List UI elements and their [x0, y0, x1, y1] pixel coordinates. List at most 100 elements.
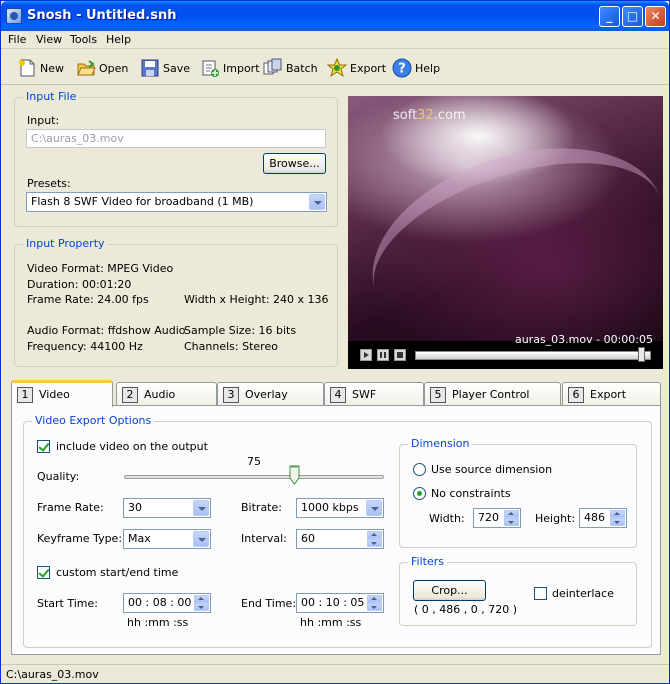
spin-up-icon[interactable]: [194, 595, 209, 603]
deinterlace-checkbox[interactable]: [534, 587, 547, 600]
use-source-radio[interactable]: [413, 463, 426, 476]
stop-icon: [397, 352, 403, 358]
custom-time-checkbox[interactable]: [37, 566, 50, 579]
svg-text:?: ?: [398, 62, 406, 77]
chevron-down-icon[interactable]: [193, 531, 209, 547]
spin-up-icon[interactable]: [367, 595, 382, 603]
tab-audio[interactable]: 2 Audio: [116, 382, 217, 406]
end-time-label: End Time:: [241, 597, 297, 610]
input-path-field[interactable]: C:\auras_03.mov: [26, 129, 326, 148]
tab-player-control[interactable]: 5 Player Control: [424, 382, 561, 406]
chevron-down-icon[interactable]: [309, 194, 325, 210]
open-label: Open: [99, 61, 129, 75]
spin-down-icon[interactable]: [610, 518, 625, 526]
window-title: Snosh - Untitled.snh: [27, 8, 177, 23]
interval-spin[interactable]: [367, 531, 382, 547]
chevron-down-icon[interactable]: [193, 500, 209, 516]
video-caption: auras_03.mov - 00:00:05: [514, 333, 653, 346]
stop-button[interactable]: [394, 349, 406, 361]
title-bar[interactable]: Snosh - Untitled.snh _ □ ✕: [1, 1, 669, 31]
crop-values: ( 0 , 486 , 0 , 720 ): [414, 603, 518, 616]
filters-title: Filters: [408, 555, 447, 568]
tab-overlay[interactable]: 3 Overlay: [217, 382, 324, 406]
open-button[interactable]: Open: [76, 57, 128, 79]
batch-button[interactable]: Batch: [263, 57, 318, 79]
keyframe-dropdown[interactable]: Max: [123, 529, 211, 549]
frame-rate-value: 30: [128, 501, 142, 514]
menu-help[interactable]: Help: [106, 33, 131, 46]
input-label: Input:: [27, 114, 60, 127]
new-icon: [17, 58, 37, 78]
spin-up-icon[interactable]: [610, 510, 625, 518]
height-spin[interactable]: [610, 510, 625, 526]
spin-down-icon[interactable]: [504, 518, 519, 526]
include-video-checkbox[interactable]: [37, 440, 50, 453]
tab-export[interactable]: 6 Export: [562, 382, 661, 406]
tab-video[interactable]: 1 Video: [11, 380, 113, 407]
spin-up-icon[interactable]: [504, 510, 519, 518]
open-folder-icon: [76, 58, 96, 78]
save-disk-icon: [140, 58, 160, 78]
tab-label: Overlay: [245, 388, 288, 401]
no-constraints-label: No constraints: [431, 487, 511, 500]
input-property-title: Input Property: [23, 237, 108, 250]
width-stepper[interactable]: 720: [473, 508, 521, 528]
export-icon: [326, 57, 348, 78]
menu-view[interactable]: View: [36, 33, 62, 46]
play-icon: [364, 352, 369, 358]
browse-button[interactable]: Browse...: [263, 153, 326, 174]
audio-format-text: Audio Format: ffdshow Audio: [27, 324, 186, 337]
width-spin[interactable]: [504, 510, 519, 526]
menu-tools[interactable]: Tools: [70, 33, 97, 46]
end-time-field[interactable]: 00 : 10 : 05: [296, 593, 384, 613]
bitrate-dropdown[interactable]: 1000 kbps: [296, 498, 384, 518]
tab-label: Video: [39, 388, 70, 401]
quality-slider[interactable]: [124, 475, 384, 479]
save-button[interactable]: Save: [140, 57, 190, 79]
start-time-field[interactable]: 00 : 08 : 00: [123, 593, 211, 613]
presets-dropdown[interactable]: Flash 8 SWF Video for broadband (1 MB): [26, 192, 327, 212]
toolbar: New Open Save Import Batch Export ? Help: [1, 49, 669, 85]
tab-number: 4: [330, 387, 346, 403]
help-button[interactable]: ? Help: [392, 57, 440, 79]
start-time-spin[interactable]: [194, 595, 209, 611]
height-stepper[interactable]: 486: [579, 508, 627, 528]
export-button[interactable]: Export: [326, 57, 386, 79]
interval-value: 60: [301, 532, 315, 545]
video-preview[interactable]: soft32.com auras_03.mov - 00:00:05: [348, 96, 663, 369]
start-time-format: hh :mm :ss: [127, 616, 189, 629]
frame-rate-label: Frame Rate:: [37, 501, 104, 514]
spin-up-icon[interactable]: [367, 531, 382, 539]
dimensions-text: Width x Height: 240 x 136: [184, 293, 329, 306]
end-time-spin[interactable]: [367, 595, 382, 611]
tab-number: 2: [122, 387, 138, 403]
spin-down-icon[interactable]: [367, 539, 382, 547]
maximize-button[interactable]: □: [622, 6, 643, 27]
quality-label: Quality:: [37, 470, 80, 483]
chevron-down-icon[interactable]: [366, 500, 382, 516]
interval-stepper[interactable]: 60: [296, 529, 384, 549]
keyframe-label: Keyframe Type:: [37, 532, 123, 545]
import-button[interactable]: Import: [200, 57, 260, 79]
watermark: soft32.com: [393, 108, 466, 123]
menu-file[interactable]: File: [8, 33, 26, 46]
help-label: Help: [415, 61, 441, 75]
tab-swf[interactable]: 4 SWF: [324, 382, 424, 406]
spin-down-icon[interactable]: [194, 603, 209, 611]
include-video-label: include video on the output: [56, 440, 208, 453]
minimize-button[interactable]: _: [599, 6, 620, 27]
no-constraints-radio[interactable]: [413, 487, 426, 500]
seek-bar[interactable]: [415, 351, 651, 360]
sample-size-text: Sample Size: 16 bits: [184, 324, 297, 337]
spin-down-icon[interactable]: [367, 603, 382, 611]
crop-button[interactable]: Crop...: [413, 580, 486, 601]
quality-slider-thumb[interactable]: [289, 465, 300, 485]
batch-icon: [263, 58, 283, 78]
frame-rate-dropdown[interactable]: 30: [123, 498, 211, 518]
play-button[interactable]: [360, 349, 372, 361]
new-button[interactable]: New: [17, 57, 64, 79]
close-button[interactable]: ✕: [645, 6, 666, 27]
pause-button[interactable]: [377, 349, 389, 361]
seek-thumb[interactable]: [637, 347, 645, 362]
import-label: Import: [223, 61, 260, 75]
